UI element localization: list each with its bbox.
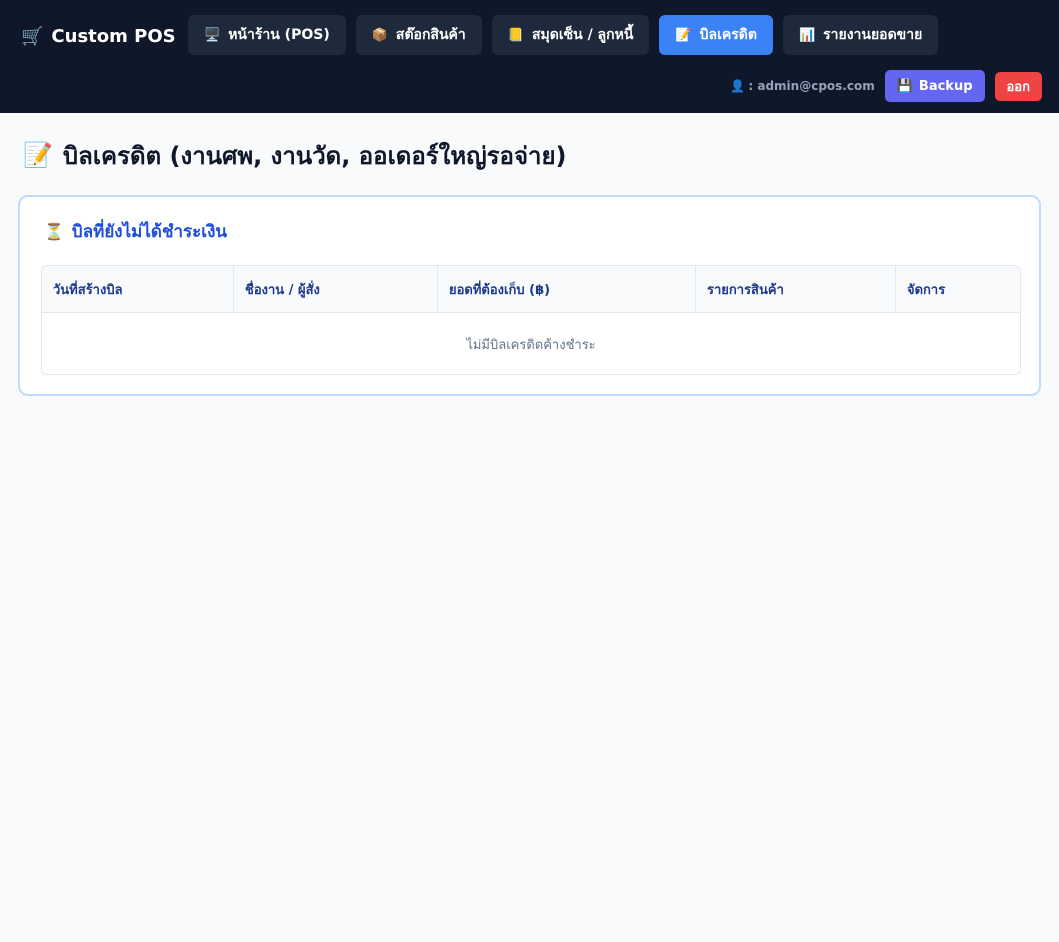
column-header: รายการสินค้า	[696, 266, 896, 313]
card-title-text: บิลที่ยังไม่ได้ชำระเงิน	[71, 221, 228, 242]
nav-sales-report-label: รายงานยอดขาย	[823, 27, 923, 43]
package-icon: 📦	[371, 27, 388, 43]
card-title: ⏳ บิลที่ยังไม่ได้ชำระเงิน	[44, 219, 227, 243]
unpaid-bills-table: วันที่สร้างบิล ชื่องาน / ผู้สั่ง ยอดที่ต…	[41, 265, 1021, 375]
user-email: : admin@cpos.com	[748, 79, 875, 93]
nav-stock-label: สต๊อกสินค้า	[395, 27, 466, 43]
column-header: จัดการ	[907, 283, 946, 298]
nav-stock[interactable]: 📦 สต๊อกสินค้า	[355, 15, 482, 55]
app-brand[interactable]: 🛒 Custom POS	[21, 22, 176, 50]
nav-credit-bills-label: บิลเครดิต	[699, 27, 757, 43]
top-navbar: 🛒 Custom POS 🖥️ หน้าร้าน (POS) 📦 สต๊อกสิ…	[0, 0, 1059, 113]
current-user: 👤 : admin@cpos.com	[730, 79, 874, 93]
unpaid-bills-card: ⏳ บิลที่ยังไม่ได้ชำระเงิน วันที่สร้างบิล…	[18, 195, 1041, 396]
bar-chart-icon: 📊	[798, 27, 816, 43]
column-header: วันที่สร้างบิล	[42, 266, 234, 313]
shopping-cart-icon: 🛒	[21, 25, 44, 47]
user-icon: 👤	[730, 79, 746, 93]
backup-label: Backup	[918, 78, 973, 94]
ledger-icon: 📒	[507, 27, 524, 43]
nav-pos-label: หน้าร้าน (POS)	[228, 27, 330, 43]
hourglass-icon: ⏳	[44, 221, 64, 241]
logout-button[interactable]: ออก	[994, 71, 1042, 101]
main-nav: 🖥️ หน้าร้าน (POS) 📦 สต๊อกสินค้า 📒 สมุดเซ…	[188, 15, 939, 55]
page-title: 📝 บิลเครดิต (งานศพ, งานวัด, ออเดอร์ใหญ่ร…	[23, 138, 567, 172]
empty-state-row: ไม่มีบิลเครดิตค้างชำระ	[466, 337, 596, 353]
memo-icon: 📝	[675, 27, 692, 43]
nav-ledger[interactable]: 📒 สมุดเซ็น / ลูกหนี้	[491, 15, 650, 55]
floppy-disk-icon: 💾	[896, 78, 913, 94]
backup-button[interactable]: 💾 Backup	[884, 70, 985, 102]
memo-icon: 📝	[23, 141, 53, 169]
page-title-text: บิลเครดิต (งานศพ, งานวัด, ออเดอร์ใหญ่รอจ…	[62, 141, 567, 170]
nav-ledger-label: สมุดเซ็น / ลูกหนี้	[531, 27, 634, 43]
table-header: วันที่สร้างบิล ชื่องาน / ผู้สั่ง ยอดที่ต…	[42, 266, 1020, 313]
nav-sales-report[interactable]: 📊 รายงานยอดขาย	[782, 15, 939, 55]
user-bar: 👤 : admin@cpos.com 💾 Backup ออก	[730, 70, 1042, 102]
monitor-icon: 🖥️	[204, 27, 221, 43]
column-header: ยอดที่ต้องเก็บ (฿)	[438, 266, 696, 313]
column-header: ชื่องาน / ผู้สั่ง	[234, 266, 438, 313]
nav-credit-bills[interactable]: 📝 บิลเครดิต	[659, 15, 773, 55]
app-title: Custom POS	[51, 25, 176, 47]
nav-pos[interactable]: 🖥️ หน้าร้าน (POS)	[188, 15, 346, 55]
